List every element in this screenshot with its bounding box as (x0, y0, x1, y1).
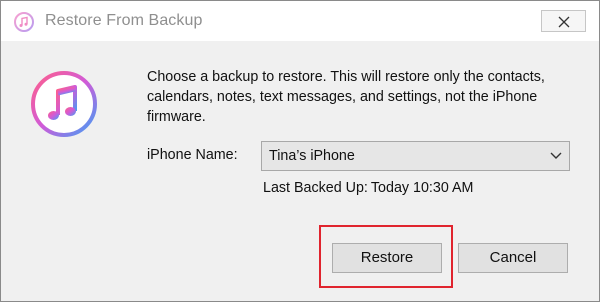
close-icon (558, 16, 570, 28)
restore-dialog: Restore From Backup Choose a backup to r… (0, 0, 600, 302)
itunes-music-note-icon (31, 71, 97, 137)
chevron-down-icon (550, 152, 562, 159)
last-backed-up-value: Today 10:30 AM (370, 180, 474, 196)
title-bar[interactable]: Restore From Backup (1, 1, 599, 41)
iphone-name-value: Tina’s iPhone (269, 148, 355, 164)
iphone-name-select[interactable]: Tina’s iPhone (261, 141, 570, 171)
cancel-button[interactable]: Cancel (458, 243, 568, 273)
last-backed-up-info: Last Backed Up: Today 10:30 AM (263, 180, 473, 196)
close-button[interactable] (541, 10, 586, 32)
restore-button[interactable]: Restore (332, 243, 442, 273)
window-title: Restore From Backup (45, 12, 203, 29)
iphone-name-label: iPhone Name: (147, 147, 238, 163)
restore-message: Choose a backup to restore. This will re… (147, 69, 545, 125)
itunes-title-icon (14, 12, 34, 32)
last-backed-up-label: Last Backed Up: (263, 180, 368, 196)
